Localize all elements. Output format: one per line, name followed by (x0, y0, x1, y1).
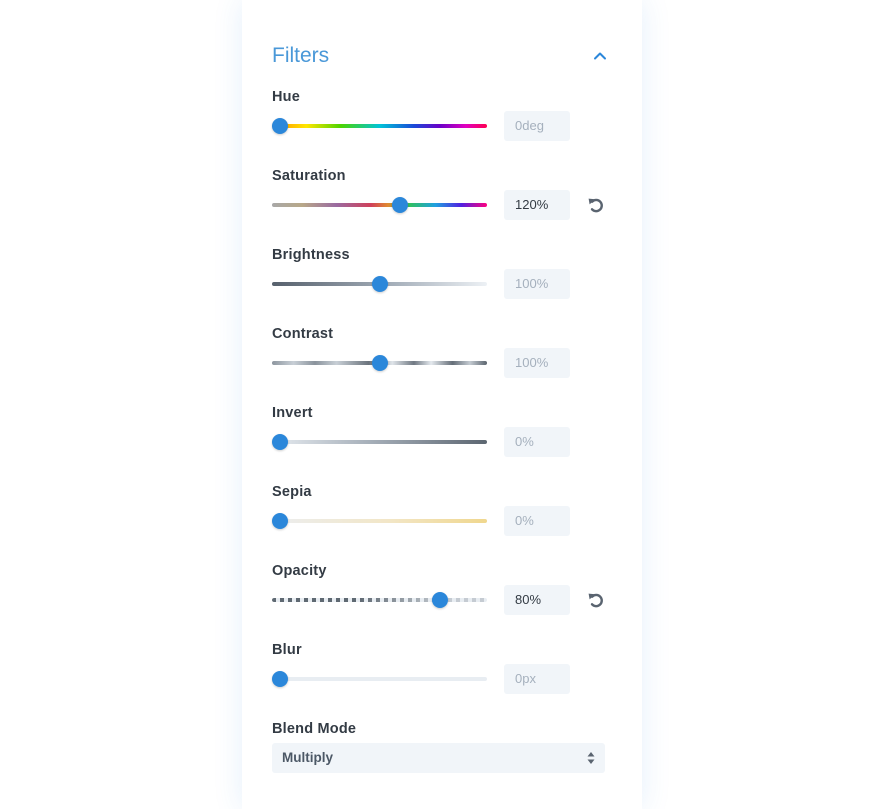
invert-label: Invert (272, 405, 313, 421)
filters-panel-header[interactable]: Filters (272, 42, 612, 72)
blur-slider-track[interactable] (272, 677, 487, 681)
sepia-slider-handle[interactable] (272, 513, 288, 529)
brightness-label: Brightness (272, 247, 350, 263)
brightness-value-input[interactable] (504, 269, 570, 299)
sepia-value-input[interactable] (504, 506, 570, 536)
blend-mode-field: Blend Mode Multiply (272, 720, 612, 773)
blend-mode-selected-value: Multiply (282, 750, 333, 765)
blend-mode-select[interactable]: Multiply (272, 743, 605, 773)
saturation-slider-handle[interactable] (392, 197, 408, 213)
invert-field: Invert (272, 404, 612, 457)
brightness-slider[interactable] (272, 269, 487, 299)
hue-slider-handle[interactable] (272, 118, 288, 134)
invert-slider-track[interactable] (272, 440, 487, 444)
saturation-label: Saturation (272, 168, 346, 184)
invert-slider-handle[interactable] (272, 434, 288, 450)
hue-label: Hue (272, 89, 300, 105)
brightness-slider-handle[interactable] (372, 276, 388, 292)
filters-panel: Filters Hue Saturation Brightness (242, 0, 642, 809)
blend-mode-label: Blend Mode (272, 721, 357, 737)
brightness-field: Brightness (272, 246, 612, 299)
invert-slider[interactable] (272, 427, 487, 457)
undo-icon[interactable] (586, 195, 606, 215)
hue-field: Hue (272, 88, 612, 141)
contrast-slider[interactable] (272, 348, 487, 378)
saturation-field: Saturation (272, 167, 612, 220)
blur-label: Blur (272, 642, 302, 658)
opacity-slider-handle[interactable] (432, 592, 448, 608)
hue-value-input[interactable] (504, 111, 570, 141)
select-arrows-icon (587, 752, 595, 764)
sepia-slider[interactable] (272, 506, 487, 536)
saturation-slider-track[interactable] (272, 203, 487, 207)
saturation-slider[interactable] (272, 190, 487, 220)
blur-slider-handle[interactable] (272, 671, 288, 687)
hue-slider-track[interactable] (272, 124, 487, 128)
opacity-slider-track[interactable] (272, 598, 487, 602)
opacity-value-input[interactable] (504, 585, 570, 615)
sepia-field: Sepia (272, 483, 612, 536)
invert-value-input[interactable] (504, 427, 570, 457)
contrast-slider-handle[interactable] (372, 355, 388, 371)
blur-value-input[interactable] (504, 664, 570, 694)
sepia-slider-track[interactable] (272, 519, 487, 523)
opacity-label: Opacity (272, 563, 327, 579)
panel-title: Filters (272, 44, 330, 67)
contrast-value-input[interactable] (504, 348, 570, 378)
blur-slider[interactable] (272, 664, 487, 694)
opacity-field: Opacity (272, 562, 612, 615)
blur-field: Blur (272, 641, 612, 694)
contrast-label: Contrast (272, 326, 334, 342)
sepia-label: Sepia (272, 484, 312, 500)
hue-slider[interactable] (272, 111, 487, 141)
opacity-slider[interactable] (272, 585, 487, 615)
saturation-value-input[interactable] (504, 190, 570, 220)
undo-icon[interactable] (586, 590, 606, 610)
chevron-up-icon[interactable] (592, 48, 608, 64)
contrast-field: Contrast (272, 325, 612, 378)
